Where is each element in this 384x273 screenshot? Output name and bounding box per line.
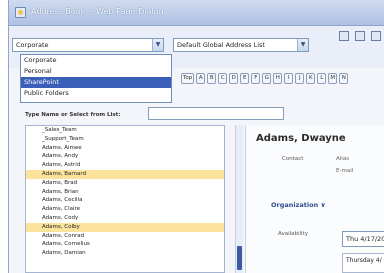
address-list-select[interactable]: Default Global Address List ▼	[173, 38, 309, 52]
scrollbar-thumb[interactable]	[237, 246, 242, 270]
contact-list-item[interactable]: Adams, Brian	[26, 188, 224, 197]
chevron-down-icon[interactable]: ▼	[152, 39, 163, 51]
email-label: E-mail	[336, 168, 354, 174]
availability-label: Availability	[278, 231, 308, 237]
alpha-button[interactable]: L	[317, 73, 327, 84]
address-book-dialog: Address Book -- Web Page Dialog Corporat…	[8, 0, 384, 273]
contact-list-item[interactable]: Adams, Cecilia	[26, 196, 224, 205]
alpha-button[interactable]: Top	[181, 73, 195, 84]
contact-list-item[interactable]: _Sales_Team	[26, 126, 224, 135]
alpha-button[interactable]: D	[229, 73, 239, 84]
address-list-value: Default Global Address List	[177, 41, 265, 49]
alpha-button[interactable]: N	[339, 73, 349, 84]
contact-list: _Sales_Team _Support_Team Adams, Aimee Adam…	[25, 125, 225, 273]
contact-list-item[interactable]: Adams, Barnard	[26, 169, 224, 179]
alphabet-index: Top A B C D E F G H I J K L M N	[181, 73, 349, 84]
chevron-down-icon[interactable]: ▼	[297, 39, 308, 51]
contact-list-item[interactable]: Adams, Andy	[26, 152, 224, 161]
contact-list-item[interactable]: Adams, Damian	[26, 249, 224, 258]
contact-list-item[interactable]: Adams, Brad	[26, 179, 224, 188]
contact-list-item[interactable]: Adams, Astrid	[26, 161, 224, 170]
alpha-button[interactable]: B	[207, 73, 217, 84]
alpha-button[interactable]: H	[273, 73, 283, 84]
contact-list-item[interactable]: Adams, Conrad	[26, 232, 224, 241]
alpha-button[interactable]: F	[251, 73, 261, 84]
alpha-button[interactable]: C	[218, 73, 228, 84]
alpha-button[interactable]: I	[284, 73, 294, 84]
alpha-button[interactable]: E	[240, 73, 250, 84]
alpha-button[interactable]: A	[196, 73, 206, 84]
dropdown-option[interactable]: Public Folders	[21, 88, 171, 99]
contact-label: Contact	[282, 156, 304, 162]
availability-date-field[interactable]: Thu 4/17/20	[342, 231, 384, 247]
dropdown-option[interactable]: Corporate	[21, 55, 171, 66]
contact-list-item[interactable]: Adams, Cornelius	[26, 240, 224, 249]
contact-list-item[interactable]: Adams, Cody	[26, 214, 224, 223]
availability-slot: Thursday 4/	[342, 253, 384, 273]
window-title: Address Book -- Web Page Dialog	[31, 7, 164, 16]
contact-list-item[interactable]: Adams, Colby	[26, 222, 224, 232]
find-icon[interactable]	[371, 31, 381, 41]
dropdown-option[interactable]: Personal	[21, 66, 171, 77]
alpha-button[interactable]: G	[262, 73, 272, 84]
new-contact-icon[interactable]	[339, 31, 349, 41]
contact-detail-pane: Adams, Dwayne Contact Alias E-mail Organ…	[245, 125, 384, 273]
contact-list-item[interactable]: Adams, Aimee	[26, 144, 224, 153]
source-dropdown-list: Corporate Personal SharePoint Public Folder…	[20, 54, 172, 103]
properties-icon[interactable]	[355, 31, 365, 41]
search-label: Type Name or Select from List:	[25, 112, 121, 118]
list-scrollbar[interactable]	[235, 125, 243, 273]
source-select[interactable]: Corporate ▼	[12, 38, 164, 52]
dropdown-option[interactable]: SharePoint	[21, 77, 171, 88]
address-book-icon	[15, 7, 26, 18]
source-select-value: Corporate	[16, 41, 49, 49]
alpha-button[interactable]: K	[306, 73, 316, 84]
organization-toggle[interactable]: Organization ∨	[271, 201, 326, 209]
alias-label: Alias	[336, 156, 350, 162]
contact-list-item[interactable]: _Support_Team	[26, 135, 224, 144]
contact-name: Adams, Dwayne	[256, 133, 346, 144]
contact-list-item[interactable]: Adams, Claire	[26, 205, 224, 214]
search-input[interactable]	[148, 107, 284, 120]
alpha-button[interactable]: J	[295, 73, 305, 84]
alpha-button[interactable]: M	[328, 73, 338, 84]
title-bar: Address Book -- Web Page Dialog	[9, 0, 384, 26]
